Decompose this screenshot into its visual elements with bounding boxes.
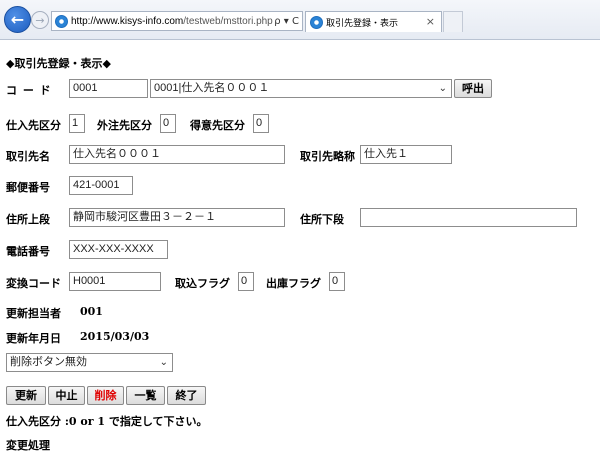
mode-status: 変更処理 bbox=[6, 439, 50, 452]
delete-button[interactable]: 削除 bbox=[87, 386, 124, 405]
update-date-label: 更新年月日 bbox=[6, 332, 61, 345]
arrow-left-icon: ← bbox=[10, 10, 25, 29]
update-date-value: 2015/03/03 bbox=[80, 330, 150, 343]
address-bar[interactable]: http://www.kisys-info.com/testweb/msttor… bbox=[51, 11, 303, 31]
code-select[interactable]: 0001|仕入先名０００１ ⌄ bbox=[150, 79, 452, 98]
browser-tab[interactable]: 取引先登録・表示 × bbox=[305, 11, 442, 32]
postal-label: 郵便番号 bbox=[6, 181, 50, 194]
gaichu-kubun-input[interactable]: 0 bbox=[160, 114, 176, 133]
shiire-kubun-input[interactable]: 1 bbox=[69, 114, 85, 133]
postal-input[interactable]: 421-0001 bbox=[69, 176, 133, 195]
updater-label: 更新担当者 bbox=[6, 307, 61, 320]
validation-message: 仕入先区分 :0 or 1 で指定して下さい。 bbox=[6, 415, 208, 428]
torihiki-name-label: 取引先名 bbox=[6, 150, 50, 163]
list-button[interactable]: 一覧 bbox=[126, 386, 165, 405]
chevron-down-icon: ⌄ bbox=[159, 357, 168, 368]
gaichu-kubun-label: 外注先区分 bbox=[97, 119, 152, 132]
url-path: /testweb/msttori.php bbox=[183, 15, 273, 27]
tokui-kubun-input[interactable]: 0 bbox=[253, 114, 269, 133]
address-upper-input[interactable]: 静岡市駿河区豊田３－２－１ bbox=[69, 208, 285, 227]
address-lower-label: 住所下段 bbox=[300, 213, 344, 226]
torikomi-flag-label: 取込フラグ bbox=[175, 277, 230, 290]
shiire-kubun-label: 仕入先区分 bbox=[6, 119, 61, 132]
code-label: コ ー ド bbox=[6, 84, 52, 97]
back-button[interactable]: ← bbox=[4, 6, 31, 33]
update-button[interactable]: 更新 bbox=[6, 386, 46, 405]
torihiki-short-label: 取引先略称 bbox=[300, 150, 355, 163]
forward-button[interactable]: → bbox=[31, 11, 49, 29]
tab-close-icon[interactable]: × bbox=[426, 15, 435, 28]
henkan-code-input[interactable]: H0001 bbox=[69, 272, 161, 291]
browser-toolbar: ← → http://www.kisys-info.com/testweb/ms… bbox=[0, 0, 600, 40]
cancel-button[interactable]: 中止 bbox=[48, 386, 85, 405]
torihiki-short-input[interactable]: 仕入先１ bbox=[360, 145, 452, 164]
delete-mode-value: 削除ボタン無効 bbox=[10, 356, 87, 368]
delete-mode-select[interactable]: 削除ボタン無効 ⌄ bbox=[6, 353, 173, 372]
tab-ie-icon bbox=[310, 15, 323, 29]
arrow-right-icon: → bbox=[35, 13, 45, 27]
page-title: ◆取引先登録・表示◆ bbox=[6, 57, 111, 70]
torikomi-flag-input[interactable]: 0 bbox=[238, 272, 254, 291]
phone-input[interactable]: XXX-XXX-XXXX bbox=[69, 240, 168, 259]
address-upper-label: 住所上段 bbox=[6, 213, 50, 226]
tokui-kubun-label: 得意先区分 bbox=[190, 119, 245, 132]
address-lower-input[interactable] bbox=[360, 208, 577, 227]
url-host: http://www.kisys-info.com bbox=[71, 15, 184, 27]
phone-label: 電話番号 bbox=[6, 245, 50, 258]
code-input[interactable]: 0001 bbox=[69, 79, 148, 98]
address-tools[interactable]: ρ ▾ C bbox=[274, 16, 302, 27]
code-select-value: 0001|仕入先名０００１ bbox=[154, 82, 270, 94]
call-button[interactable]: 呼出 bbox=[454, 79, 492, 98]
page-content: ◆取引先登録・表示◆ コ ー ド 0001 0001|仕入先名０００１ ⌄ 呼出… bbox=[0, 40, 600, 459]
tab-title: 取引先登録・表示 bbox=[326, 17, 399, 28]
shukko-flag-label: 出庫フラグ bbox=[266, 277, 321, 290]
chevron-down-icon: ⌄ bbox=[438, 83, 447, 94]
shukko-flag-input[interactable]: 0 bbox=[329, 272, 345, 291]
torihiki-name-input[interactable]: 仕入先名０００１ bbox=[69, 145, 285, 164]
ie-icon bbox=[55, 14, 68, 28]
henkan-code-label: 変換コード bbox=[6, 277, 61, 290]
updater-value: 001 bbox=[80, 305, 103, 318]
new-tab-button[interactable] bbox=[443, 11, 463, 32]
exit-button[interactable]: 終了 bbox=[167, 386, 206, 405]
